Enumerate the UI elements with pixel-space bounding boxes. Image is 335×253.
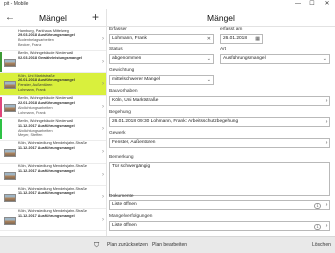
status-stripe (0, 187, 2, 208)
list-item-line: Lohmann, Frank (18, 88, 46, 93)
list-item[interactable]: Köln, Wohnsiedlung Mendelsjahn-Straße 11.… (0, 164, 106, 187)
chevron-down-icon: ⌄ (322, 56, 327, 62)
list-item[interactable]: Köln, Wohnsiedlung Mendelsjahn-Straße 11.… (0, 186, 106, 209)
date-field[interactable]: 26.01.2018 ▦ (220, 34, 263, 44)
art-label: Art (220, 47, 227, 52)
clear-icon[interactable]: ✕ (207, 35, 211, 43)
status-stripe (0, 51, 2, 72)
plan-edit-button[interactable]: Plan bearbeiten (152, 237, 187, 253)
add-icon[interactable]: + (92, 10, 99, 24)
chevron-right-icon: › (325, 98, 328, 104)
bemerkung-label: Bemerkung (109, 155, 134, 160)
chevron-right-icon: › (102, 148, 104, 155)
list-header: ← Mängel + (0, 9, 106, 27)
status-stripe (0, 164, 2, 185)
gewerk-field[interactable]: Fenster, Außentüren › (109, 138, 330, 148)
erfasser-field[interactable]: Lohmann, Frank ✕ (109, 34, 214, 44)
photo-thumbnail (4, 171, 16, 180)
erfasser-label: Erfasser (109, 27, 127, 32)
list-item-line: 11.12.2017 Ausführungsmangel (18, 214, 75, 219)
list-item-line: Becker, Franz (18, 43, 42, 48)
chevron-right-icon: › (102, 58, 104, 65)
gewichtung-select[interactable]: mittelschwerer Mangel ⌄ (109, 75, 214, 85)
minimize-button[interactable]: — (291, 0, 305, 9)
close-button[interactable]: ✕ (320, 0, 334, 9)
bemerkung-textarea[interactable]: Tür schwergängig (109, 162, 330, 196)
plan-reset-button[interactable]: Plan zurücksetzen (107, 237, 148, 253)
maximize-button[interactable]: ☐ (305, 0, 319, 9)
pane-divider (106, 9, 107, 236)
status-stripe (0, 141, 2, 162)
mangelverfolgungen-label: Mangelverfolgungen (109, 214, 153, 219)
chevron-right-icon: › (325, 140, 328, 146)
gewerk-label: Gewerk (109, 131, 126, 136)
chevron-right-icon: › (102, 171, 104, 178)
bottom-toolbar: ⛉ Plan zurücksetzen Plan bearbeiten Lösc… (0, 236, 335, 253)
chevron-right-icon: › (102, 126, 104, 133)
app-window: pit - Mobile — ☐ ✕ ← Mängel + Hamburg, P… (0, 0, 335, 253)
list-item[interactable]: Berlin, Wohngebäude Niederwall 02.03.2018… (0, 51, 106, 74)
window-title: pit - Mobile (4, 1, 29, 7)
status-stripe (0, 119, 2, 140)
status-stripe (0, 96, 2, 117)
chevron-right-icon: › (102, 36, 104, 42)
mangel-count-badge: 1 (314, 223, 321, 230)
chevron-right-icon: › (102, 103, 104, 110)
list-item[interactable]: Köln, Wohnsiedlung Mendelsjahn-Straße 11.… (0, 209, 106, 232)
status-stripe (0, 209, 2, 230)
gewichtung-label: Gewichtung (109, 68, 135, 73)
status-select[interactable]: abgenommen ⌄ (109, 54, 214, 64)
chevron-right-icon: › (102, 81, 104, 88)
list-item-line: Lohmann, Frank (18, 110, 46, 115)
art-select[interactable]: Ausführungsmangel ⌄ (220, 54, 330, 64)
chevron-right-icon: › (102, 194, 104, 201)
filter-icon[interactable]: ⛉ (94, 237, 99, 253)
list-item-line: 11.12.2017 Ausführungsmangel (18, 168, 75, 173)
list-item-line: 11.12.2017 Ausführungsmangel (18, 191, 75, 196)
photo-thumbnail (4, 81, 16, 90)
list-title: Mängel (39, 13, 67, 23)
begehung-label: Begehung (109, 110, 131, 115)
chevron-right-icon: › (325, 202, 328, 208)
delete-button[interactable]: Löschen (312, 237, 331, 253)
chevron-down-icon: ⌄ (206, 77, 211, 83)
chevron-right-icon: › (325, 223, 328, 229)
calendar-icon[interactable]: ▦ (255, 35, 260, 43)
list-item[interactable]: Berlin, Wohngebäude Niederwall 11.12.2017… (0, 118, 106, 141)
photo-thumbnail (4, 58, 16, 67)
dokumente-count-badge: 1 (314, 202, 321, 209)
list-item[interactable]: Köln, Wohnsiedlung Mendelsjahn-Straße 11.… (0, 141, 106, 164)
photo-thumbnail (4, 148, 16, 157)
list-item-line: 11.12.2017 Ausführungsmangel (18, 146, 75, 151)
title-bar: pit - Mobile — ☐ ✕ (0, 0, 335, 9)
detail-header: Mängel (107, 9, 335, 27)
begehung-field[interactable]: 26.01.2018 09:30 Lohmann, Frank: Arbeits… (109, 117, 330, 127)
list-item[interactable]: Köln, Uni Marktstraße 26.01.2018 Ausführu… (0, 73, 106, 96)
dokumente-field[interactable]: Liste öffnen 1 › (109, 200, 330, 210)
chevron-right-icon: › (102, 216, 104, 223)
status-stripe (0, 74, 2, 95)
erfasst-am-label: erfasst am (220, 27, 243, 32)
mangelverfolgungen-field[interactable]: Liste öffnen 1 › (109, 221, 330, 231)
chevron-right-icon: › (325, 119, 328, 125)
status-label: Status (109, 47, 123, 52)
status-stripe (0, 29, 2, 49)
bauvorhaben-field[interactable]: Köln, Uni Marktstraße › (109, 96, 330, 106)
list-item-line: Meyer, Steffen (18, 133, 43, 138)
defect-list: Hamburg, Parkhaus Mittelweg 29.03.2018 Au… (0, 28, 106, 234)
chevron-down-icon: ⌄ (206, 56, 211, 62)
detail-title: Mängel (207, 13, 235, 23)
bauvorhaben-label: Bauvorhaben (109, 89, 138, 94)
photo-thumbnail (4, 194, 16, 203)
list-item-line: 02.03.2018 Gewährleistungsmangel (18, 55, 82, 60)
photo-thumbnail (4, 103, 16, 112)
list-item[interactable]: Berlin, Wohngebäude Niederwall 22.01.2018… (0, 96, 106, 119)
photo-thumbnail (4, 216, 16, 225)
list-item[interactable]: Hamburg, Parkhaus Mittelweg 29.03.2018 Au… (0, 28, 106, 51)
